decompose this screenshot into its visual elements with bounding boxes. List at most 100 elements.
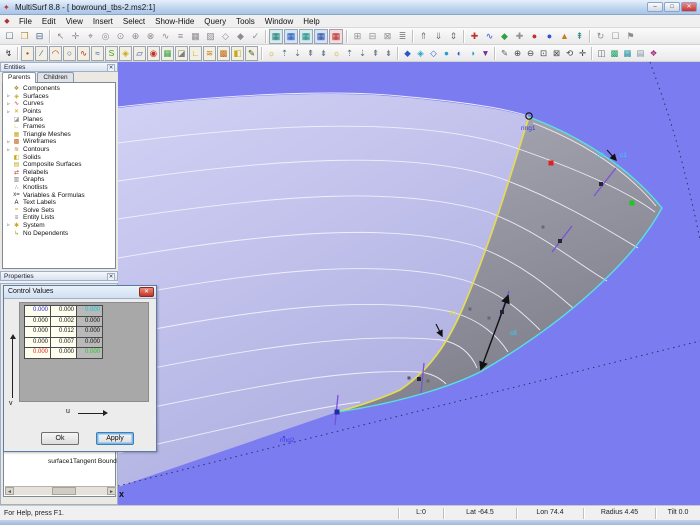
wireframe-display-icon[interactable]: ◫ [595,46,608,61]
perspective-window-icon[interactable]: ▦ [329,29,343,44]
hidden-line-display-icon[interactable]: ▦ [621,46,634,61]
expand-icon[interactable]: ▹ [5,109,12,115]
insert-surface-icon[interactable]: ◈ [119,46,132,61]
zoom-window-icon[interactable]: ⊡ [537,46,550,61]
entities-panel-header[interactable]: Entities ✕ [0,62,118,72]
entities-close-icon[interactable]: ✕ [107,64,115,72]
control-value-cell[interactable]: 0.012 [51,327,76,337]
expand-icon[interactable]: ▹ [5,139,12,145]
control-value-cell[interactable]: 0.007 [51,338,76,348]
profile-window-icon[interactable]: ▦ [299,29,313,44]
control-value-cell[interactable]: 0.002 [51,317,76,327]
tree-item-surfaces[interactable]: ▹◈Surfaces [3,93,115,101]
curve-color-icon[interactable]: ● [542,29,557,44]
quick-pick-icon[interactable]: ↯ [2,46,15,61]
scrollbar-track[interactable] [14,487,107,495]
show-points-icon[interactable]: ✚ [467,29,482,44]
expand-icon[interactable]: ▹ [5,147,12,153]
insert-line-icon[interactable]: ∕ [35,46,48,61]
control-point-red[interactable] [549,161,554,166]
insert-ccurve-icon[interactable]: ≈ [91,46,104,61]
expand-icon[interactable]: ▹ [5,93,12,99]
control-point-black[interactable] [417,377,421,381]
menu-item-help[interactable]: Help [298,15,324,28]
insert-plane-icon[interactable]: ◪ [175,46,188,61]
menu-item-show-hide[interactable]: Show-Hide [150,15,199,28]
control-value-cell[interactable]: 0.000 [77,327,102,337]
menu-item-query[interactable]: Query [199,15,231,28]
menu-item-edit[interactable]: Edit [37,15,61,28]
snap-point-icon[interactable]: ⊙ [113,29,128,44]
shaded-display-icon[interactable]: ▩ [608,46,621,61]
control-value-cell[interactable]: 0.000 [77,348,102,358]
control-value-cell[interactable]: 0.000 [77,306,102,316]
control-point-gray[interactable] [408,377,411,380]
show-dependents-icon[interactable]: ⇞ [369,46,382,61]
isolate-icon[interactable]: ⇣ [356,46,369,61]
view-top-icon[interactable]: ● [440,46,453,61]
scroll-left-icon[interactable]: ◄ [5,487,14,495]
select-open-icon[interactable]: ◇ [218,29,233,44]
control-value-cell[interactable]: 0.000 [25,317,50,327]
insert-arc-icon[interactable]: ◠ [49,46,62,61]
column-select-icon[interactable]: ⊠ [380,29,395,44]
tree-item-triangle-meshes[interactable]: ▦Triangle Meshes [3,131,115,139]
control-point-black[interactable] [599,182,603,186]
control-values-dialog[interactable]: Control Values ✕ 0.0000.0000.0000.0000.0… [3,285,157,452]
tree-item-frames[interactable]: ∟Frames [3,123,115,131]
tab-parents[interactable]: Parents [2,72,36,83]
snap-center-icon[interactable]: ◎ [98,29,113,44]
show-children-icon[interactable]: ⇟ [317,46,330,61]
control-point-black[interactable] [558,239,562,243]
view-custom-icon[interactable]: ▼ [479,46,492,61]
snap-end-icon[interactable]: ⊗ [143,29,158,44]
control-value-cell[interactable]: 0.000 [51,348,76,358]
control-point-gray[interactable] [469,308,472,311]
tree-item-points[interactable]: ▹✕Points [3,108,115,116]
new-file-icon[interactable]: ☐ [2,29,17,44]
insert-blend-surface-icon[interactable]: ▦ [161,46,174,61]
invert-visibility-icon[interactable]: ⇡ [343,46,356,61]
expand-icon[interactable]: ▹ [5,101,12,107]
control-point-blue[interactable] [335,410,340,415]
menu-item-window[interactable]: Window [260,15,298,28]
row-select-icon[interactable]: ⊟ [365,29,380,44]
insert-frame-icon[interactable]: ∟ [189,46,202,61]
maximize-button[interactable]: □ [664,2,680,12]
scroll-right-icon[interactable]: ► [107,487,116,495]
apply-button[interactable]: Apply [96,432,134,445]
body-window-icon[interactable]: ▦ [314,29,328,44]
rotate-view-icon[interactable]: ⟲ [563,46,576,61]
insert-revolution-surface-icon[interactable]: ◉ [147,46,160,61]
model-window-icon[interactable]: ▦ [269,29,283,44]
view-home-icon[interactable]: ◆ [401,46,414,61]
orientation-icon[interactable]: ▲ [557,29,572,44]
zoom-fit-icon[interactable]: ⊠ [550,46,563,61]
mesh-tool-icon[interactable]: ▧ [203,29,218,44]
view-front-icon[interactable]: ◈ [414,46,427,61]
insert-bcurve-icon[interactable]: ∿ [77,46,90,61]
scrollbar-thumb[interactable] [52,487,76,495]
insert-point-icon[interactable]: • [21,46,34,61]
view-iso2-icon[interactable]: ◑ [466,46,479,61]
deselect-icon[interactable]: ☐ [608,29,623,44]
flag-icon[interactable]: ⚑ [623,29,638,44]
properties-close-icon[interactable]: ✕ [107,273,115,281]
show-all-bulb-icon[interactable]: ☼ [265,46,278,61]
insert-snake-icon[interactable]: S [105,46,118,61]
tree-item-components[interactable]: ❖Components [3,85,115,93]
select-filled-icon[interactable]: ◆ [233,29,248,44]
tree-item-contours[interactable]: ▹≋Contours [3,146,115,154]
render-display-icon[interactable]: ❖ [647,46,660,61]
plan-window-icon[interactable]: ▦ [284,29,298,44]
model-viewport[interactable]: ring1ring2c8u0c1v0x [118,62,700,505]
tree-item-knotlists[interactable]: ∴Knotlists [3,184,115,192]
normals-icon[interactable]: ⇞ [572,29,587,44]
menu-item-select[interactable]: Select [118,15,150,28]
insert-label-icon[interactable]: ✎ [245,46,258,61]
locate-tool-icon[interactable]: ⌖ [83,29,98,44]
menu-item-view[interactable]: View [61,15,88,28]
tree-item-solve-sets[interactable]: =Solve Sets [3,207,115,215]
hide-selected-icon[interactable]: ⇣ [291,46,304,61]
menu-item-file[interactable]: File [14,15,37,28]
